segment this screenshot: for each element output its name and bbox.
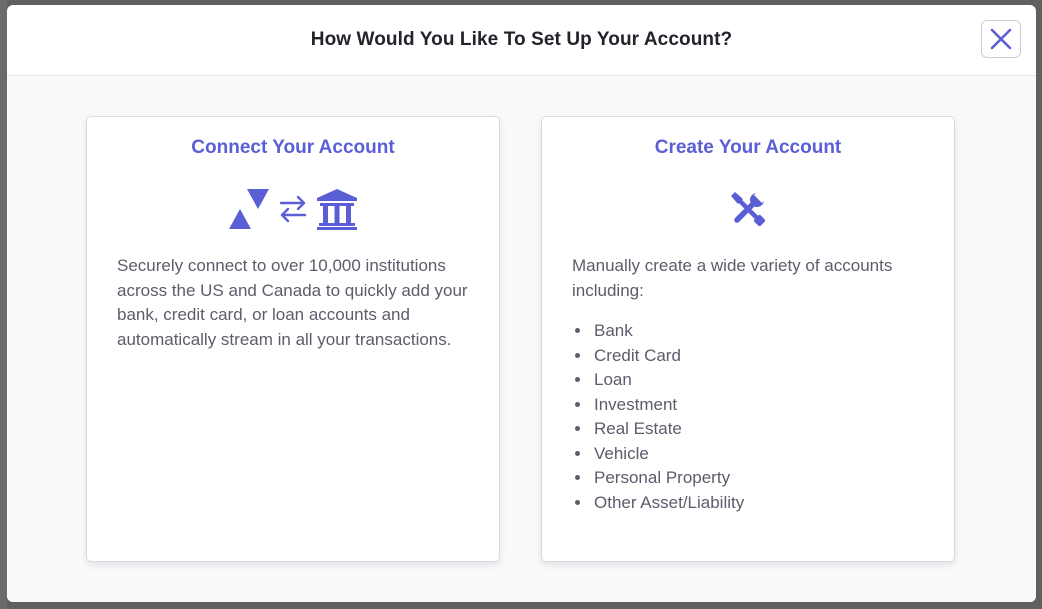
create-account-card[interactable]: Create Your Account Manually create a wi… <box>541 116 955 562</box>
list-item: Investment <box>592 393 954 418</box>
create-card-description: Manually create a wide variety of accoun… <box>572 256 893 300</box>
bank-icon <box>317 189 357 230</box>
list-item: Loan <box>592 368 954 393</box>
list-item: Credit Card <box>592 344 954 369</box>
list-item: Personal Property <box>592 466 954 491</box>
connect-card-title: Connect Your Account <box>191 137 395 158</box>
connect-card-description: Securely connect to over 10,000 institut… <box>117 256 468 349</box>
close-icon <box>990 28 1012 50</box>
list-item: Bank <box>592 319 954 344</box>
account-type-list: Bank Credit Card Loan Investment Real Es… <box>578 319 954 515</box>
triangles-icon <box>229 189 269 229</box>
create-card-title: Create Your Account <box>654 137 842 158</box>
modal-title: How Would You Like To Set Up Your Accoun… <box>310 29 733 50</box>
modal-body: Connect Your Account Securely connect to… <box>7 76 1036 602</box>
create-card-icon <box>542 187 954 231</box>
list-item: Real Estate <box>592 417 954 442</box>
list-item: Vehicle <box>592 442 954 467</box>
modal-header: How Would You Like To Set Up Your Accoun… <box>7 5 1036 76</box>
modal-backdrop[interactable] <box>0 0 7 609</box>
connect-account-card[interactable]: Connect Your Account Securely connect to… <box>86 116 500 562</box>
transfer-arrows-icon <box>279 195 307 223</box>
list-item: Other Asset/Liability <box>592 491 954 516</box>
setup-account-modal: How Would You Like To Set Up Your Accoun… <box>7 5 1036 602</box>
tools-icon <box>731 191 766 227</box>
connect-card-icons <box>87 187 499 231</box>
close-button[interactable] <box>981 20 1021 58</box>
